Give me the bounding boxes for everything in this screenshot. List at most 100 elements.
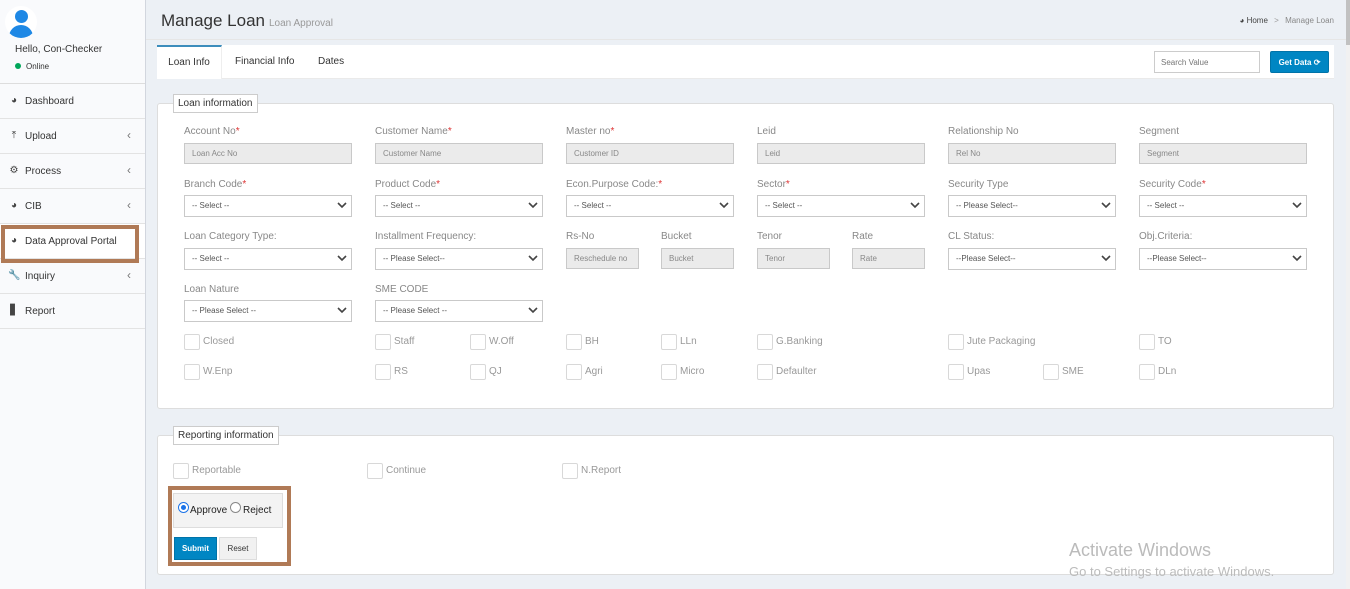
checkbox-label: N.Report bbox=[581, 465, 622, 476]
sidebar-item-process[interactable]: ⚙ Process ‹ bbox=[0, 154, 145, 189]
checkbox-continue[interactable] bbox=[367, 463, 383, 479]
windows-activation-watermark: Activate Windows Go to Settings to activ… bbox=[1069, 540, 1275, 579]
tab-financial-info[interactable]: Financial Info bbox=[235, 45, 294, 79]
dashboard-icon: ◕ bbox=[1239, 16, 1245, 25]
checkbox-n-report[interactable] bbox=[562, 463, 578, 479]
checkbox-upas[interactable] bbox=[948, 364, 964, 380]
rate-input[interactable]: Rate bbox=[852, 248, 925, 269]
checkbox-label: DLn bbox=[1158, 366, 1177, 377]
obj-criteria-label: Obj.Criteria: bbox=[1139, 231, 1193, 242]
loan-nature-select[interactable]: -- Please Select -- bbox=[184, 300, 352, 322]
breadcrumb-current: Manage Loan bbox=[1285, 16, 1334, 25]
chevron-down-icon bbox=[1101, 198, 1111, 209]
sidebar-item-dashboard[interactable]: ◕ Dashboard bbox=[0, 84, 145, 119]
chevron-left-icon: ‹ bbox=[127, 163, 131, 177]
installment-frequency-label: Installment Frequency: bbox=[375, 231, 477, 242]
checkbox-rs[interactable] bbox=[375, 364, 391, 380]
cl-status-select[interactable]: --Please Select-- bbox=[948, 248, 1116, 270]
checkbox-w-enp[interactable] bbox=[184, 364, 200, 380]
checkbox-g-banking[interactable] bbox=[757, 334, 773, 350]
sidebar-item-cib[interactable]: ◕ CIB ‹ bbox=[0, 189, 145, 224]
chevron-down-icon bbox=[1292, 198, 1302, 209]
rs-no-label: Rs-No bbox=[566, 231, 595, 242]
checkbox-w-off[interactable] bbox=[470, 334, 486, 350]
cl-status-label: CL Status: bbox=[948, 231, 995, 242]
rate-label: Rate bbox=[852, 231, 874, 242]
checkbox-agri[interactable] bbox=[566, 364, 582, 380]
account-no-input[interactable]: Loan Acc No bbox=[184, 143, 352, 164]
product-code-select[interactable]: -- Select -- bbox=[375, 195, 543, 217]
master-no-label: Master no* bbox=[566, 126, 615, 137]
rs-no-input[interactable]: Reschedule no bbox=[566, 248, 639, 269]
checkbox-jute-packaging[interactable] bbox=[948, 334, 964, 350]
online-dot-icon bbox=[15, 63, 21, 69]
checkbox-label: BH bbox=[585, 336, 599, 347]
reporting-info-legend: Reporting information bbox=[173, 426, 279, 445]
security-type-select[interactable]: -- Please Select-- bbox=[948, 195, 1116, 217]
checkbox-to[interactable] bbox=[1139, 334, 1155, 350]
econ-purpose-select[interactable]: -- Select -- bbox=[566, 195, 734, 217]
search-input[interactable] bbox=[1154, 51, 1260, 73]
user-panel: Hello, Con-Checker Online bbox=[0, 0, 145, 84]
sidebar-item-upload[interactable]: ⤒ Upload ‹ bbox=[0, 119, 145, 154]
security-code-select[interactable]: -- Select -- bbox=[1139, 195, 1307, 217]
bucket-input[interactable]: Bucket bbox=[661, 248, 734, 269]
checkbox-dln[interactable] bbox=[1139, 364, 1155, 380]
segment-label: Segment bbox=[1139, 126, 1180, 137]
checkbox-label: Staff bbox=[394, 336, 415, 347]
bar-chart-icon: ▋ bbox=[10, 305, 18, 316]
breadcrumb-home[interactable]: Home bbox=[1247, 16, 1268, 25]
checkbox-qj[interactable] bbox=[470, 364, 486, 380]
loan-category-select[interactable]: -- Select -- bbox=[184, 248, 352, 270]
scrollbar-thumb[interactable] bbox=[1346, 0, 1350, 45]
branch-code-label: Branch Code* bbox=[184, 179, 247, 190]
checkbox-defaulter[interactable] bbox=[757, 364, 773, 380]
checkbox-lln[interactable] bbox=[661, 334, 677, 350]
checkbox-label: W.Off bbox=[489, 336, 514, 347]
customer-name-label: Customer Name* bbox=[375, 126, 452, 137]
loan-category-label: Loan Category Type: bbox=[184, 231, 277, 242]
checkbox-label: Closed bbox=[203, 336, 235, 347]
leid-input[interactable]: Leid bbox=[757, 143, 925, 164]
checkbox-micro[interactable] bbox=[661, 364, 677, 380]
checkbox-sme[interactable] bbox=[1043, 364, 1059, 380]
avatar bbox=[5, 6, 37, 38]
get-data-button[interactable]: Get Data ⟳ bbox=[1270, 51, 1329, 73]
installment-frequency-select[interactable]: -- Please Select-- bbox=[375, 248, 543, 270]
chevron-down-icon bbox=[910, 198, 920, 209]
sidebar-item-inquiry[interactable]: 🔧 Inquiry ‹ bbox=[0, 259, 145, 294]
obj-criteria-select[interactable]: --Please Select-- bbox=[1139, 248, 1307, 270]
econ-purpose-label: Econ.Purpose Code:* bbox=[566, 179, 663, 190]
tab-loan-info[interactable]: Loan Info bbox=[157, 45, 222, 79]
chevron-down-icon bbox=[1292, 251, 1302, 262]
page-subtitle: Loan Approval bbox=[268, 18, 333, 29]
checkbox-closed[interactable] bbox=[184, 334, 200, 350]
sidebar-item-report[interactable]: ▋ Report bbox=[0, 294, 145, 329]
sme-code-select[interactable]: -- Please Select -- bbox=[375, 300, 543, 322]
chevron-down-icon bbox=[1101, 251, 1111, 262]
checkbox-label: Micro bbox=[680, 366, 705, 377]
page-scrollbar[interactable] bbox=[1346, 0, 1350, 589]
checkbox-bh[interactable] bbox=[566, 334, 582, 350]
product-code-label: Product Code* bbox=[375, 179, 441, 190]
bucket-label: Bucket bbox=[661, 231, 692, 242]
branch-code-select[interactable]: -- Select -- bbox=[184, 195, 352, 217]
customer-name-input[interactable]: Customer Name bbox=[375, 143, 543, 164]
master-no-input[interactable]: Customer ID bbox=[566, 143, 734, 164]
checkbox-label: SME bbox=[1062, 366, 1084, 377]
checkbox-label: G.Banking bbox=[776, 336, 823, 347]
checkbox-reportable[interactable] bbox=[173, 463, 189, 479]
sector-select[interactable]: -- Select -- bbox=[757, 195, 925, 217]
highlight-box-approval bbox=[168, 486, 291, 566]
relationship-no-input[interactable]: Rel No bbox=[948, 143, 1116, 164]
leid-label: Leid bbox=[757, 126, 776, 137]
user-greeting: Hello, Con-Checker bbox=[15, 44, 103, 55]
tab-dates[interactable]: Dates bbox=[318, 45, 344, 79]
chevron-down-icon bbox=[337, 251, 347, 262]
segment-input[interactable]: Segment bbox=[1139, 143, 1307, 164]
chevron-down-icon bbox=[337, 198, 347, 209]
checkbox-staff[interactable] bbox=[375, 334, 391, 350]
tenor-input[interactable]: Tenor bbox=[757, 248, 830, 269]
checkbox-label: Agri bbox=[585, 366, 603, 377]
wrench-icon: 🔧 bbox=[8, 270, 21, 281]
